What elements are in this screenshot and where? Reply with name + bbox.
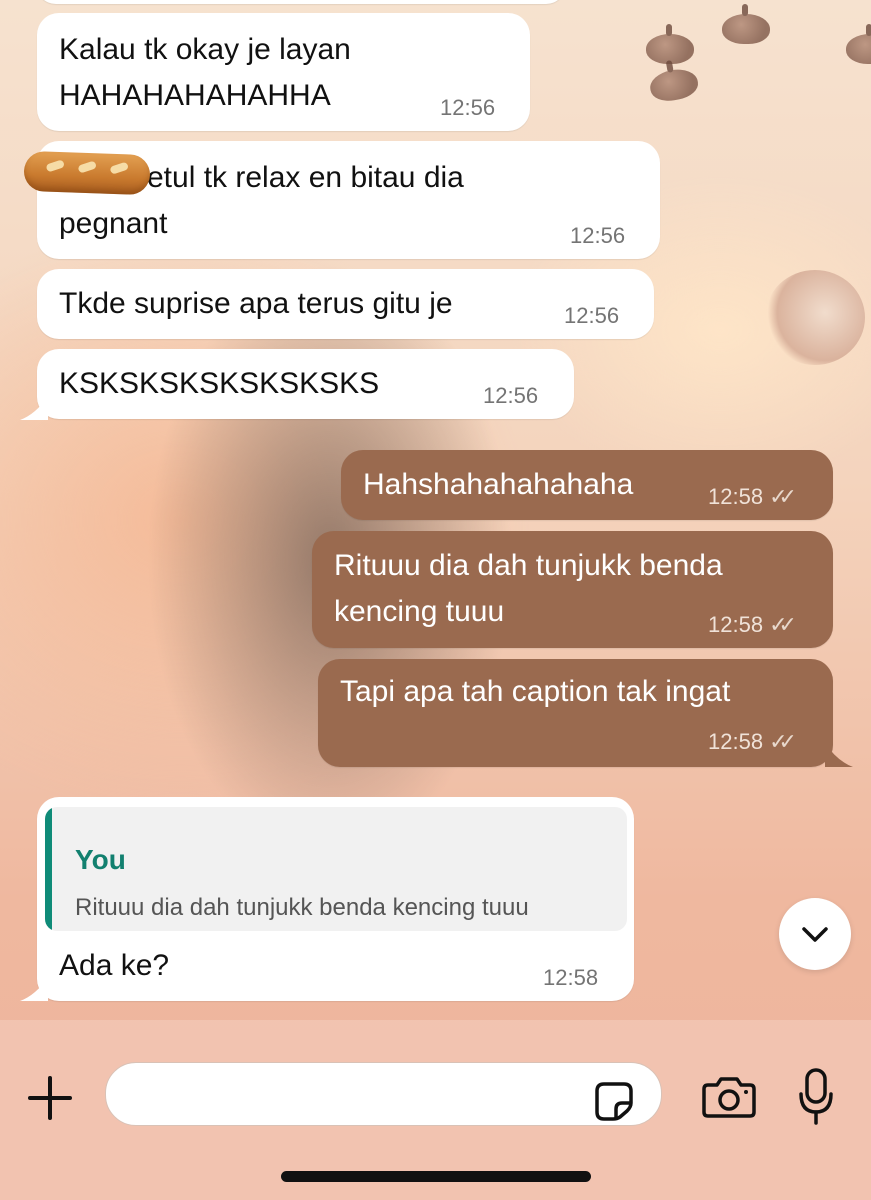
reply-quote[interactable]: You Rituuu dia dah tunjukk benda kencing… bbox=[45, 807, 627, 931]
background-decoration bbox=[765, 270, 865, 365]
sticker-icon[interactable] bbox=[594, 1081, 634, 1121]
chevron-down-icon bbox=[802, 927, 828, 942]
message-time-with-status: 12:58 ✓✓ bbox=[708, 484, 797, 510]
acorn-decoration bbox=[722, 4, 770, 44]
home-indicator[interactable] bbox=[281, 1171, 591, 1182]
quote-text: Rituuu dia dah tunjukk benda kencing tuu… bbox=[75, 894, 529, 921]
bubble-tail bbox=[20, 977, 48, 1001]
outgoing-message[interactable]: Tapi apa tah caption tak ingat 12:58 ✓✓ bbox=[318, 659, 833, 767]
outgoing-message[interactable]: Hahshahahahahaha 12:58 ✓✓ bbox=[341, 450, 833, 520]
message-time: 12:58 bbox=[708, 729, 764, 754]
incoming-message[interactable]: Kalau tk okay je layan HAHAHAHAHAHHA 12:… bbox=[37, 13, 530, 131]
message-text: Ada ke? bbox=[59, 949, 170, 982]
message-time: 12:56 bbox=[564, 303, 620, 328]
message-time: 12:58 bbox=[708, 484, 764, 509]
incoming-message-with-reply[interactable]: You Rituuu dia dah tunjukk benda kencing… bbox=[37, 797, 634, 1001]
message-time-with-status: 12:58 ✓✓ bbox=[708, 612, 797, 638]
composer-bar bbox=[0, 1020, 871, 1200]
message-bubble-partial bbox=[36, 0, 566, 4]
bubble-tail bbox=[825, 743, 853, 767]
message-text: Rituuu dia dah tunjukk benda kencing tuu… bbox=[334, 549, 723, 628]
baguette-emoji bbox=[23, 150, 151, 196]
message-time: 12:58 bbox=[708, 612, 764, 637]
scroll-to-bottom-button[interactable] bbox=[779, 898, 851, 970]
double-check-icon: ✓✓ bbox=[769, 612, 797, 637]
message-text: KSKSKSKSKSKSKSKS bbox=[59, 367, 380, 400]
message-text: Tapi apa tah caption tak ingat bbox=[340, 675, 731, 708]
bubble-tail bbox=[20, 396, 48, 420]
microphone-icon[interactable] bbox=[798, 1068, 834, 1126]
quote-accent-bar bbox=[45, 807, 52, 931]
double-check-icon: ✓✓ bbox=[769, 729, 797, 754]
message-time: 12:56 bbox=[483, 383, 539, 408]
outgoing-message[interactable]: Rituuu dia dah tunjukk benda kencing tuu… bbox=[312, 531, 833, 648]
message-text: Tkde suprise apa terus gitu je bbox=[59, 287, 453, 320]
message-time: 12:56 bbox=[570, 223, 626, 248]
acorn-decoration bbox=[647, 66, 701, 104]
incoming-message[interactable]: KSKSKSKSKSKSKSKS 12:56 bbox=[37, 349, 574, 419]
incoming-message[interactable]: Tkde suprise apa terus gitu je 12:56 bbox=[37, 269, 654, 339]
message-text: Kalau tk okay je layan HAHAHAHAHAHHA bbox=[59, 33, 351, 112]
message-input[interactable] bbox=[105, 1062, 662, 1126]
camera-icon[interactable] bbox=[702, 1076, 756, 1118]
message-time-with-status: 12:58 ✓✓ bbox=[708, 729, 797, 755]
plus-icon[interactable] bbox=[26, 1074, 74, 1122]
quote-author: You bbox=[75, 844, 126, 875]
message-time: 12:58 bbox=[543, 965, 599, 990]
double-check-icon: ✓✓ bbox=[769, 484, 797, 509]
message-time: 12:56 bbox=[440, 95, 496, 120]
acorn-decoration bbox=[846, 24, 871, 64]
message-text: Hahshahahahahaha bbox=[363, 468, 634, 501]
